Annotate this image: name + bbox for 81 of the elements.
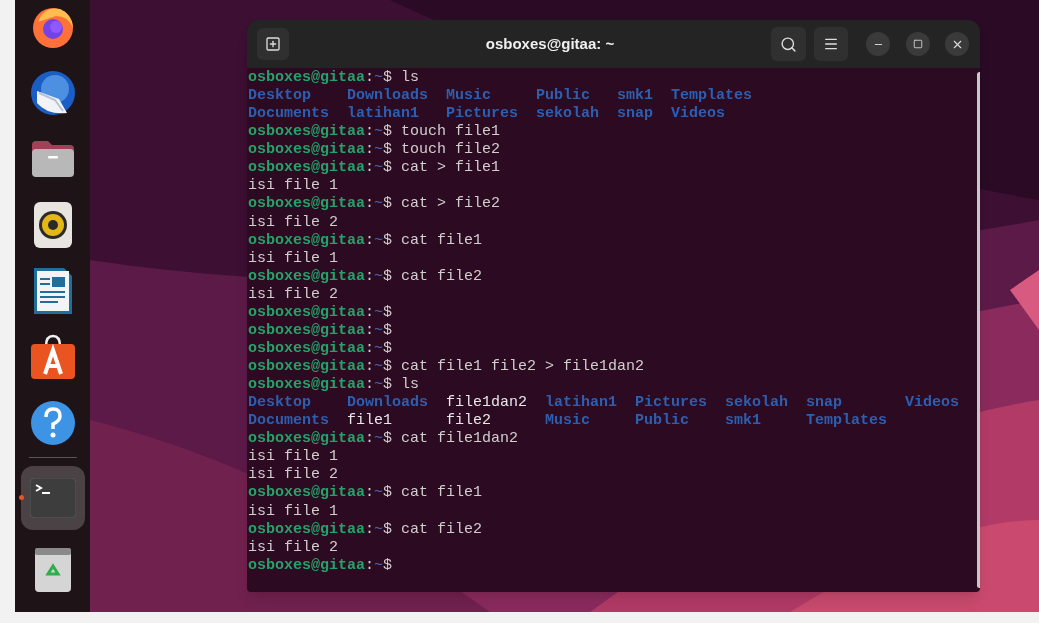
output-text: isi file 1: [248, 502, 338, 521]
command-text: cat > file1: [401, 159, 501, 178]
output-text: isi file 2: [248, 466, 338, 485]
shell-prompt: osboxes@gitaa:~$: [248, 69, 393, 88]
directory-name: smk1: [725, 412, 762, 430]
output-text: isi file 2: [248, 285, 338, 304]
directory-name: Templates: [671, 87, 753, 105]
question-mark-icon: [29, 400, 76, 446]
directory-name: snap: [617, 105, 654, 123]
close-button[interactable]: [945, 32, 969, 56]
shell-prompt: osboxes@gitaa:~$: [248, 141, 393, 160]
command-text: cat file1: [401, 231, 483, 250]
shell-prompt: osboxes@gitaa:~$: [248, 159, 393, 178]
shell-prompt: osboxes@gitaa:~$: [248, 520, 393, 539]
directory-name: Downloads: [347, 394, 429, 412]
shell-prompt: osboxes@gitaa:~$: [248, 339, 393, 358]
file-name: file1dan2: [446, 394, 528, 412]
menu-icon: [823, 36, 839, 52]
directory-name: Desktop: [248, 87, 311, 105]
directory-name: Documents: [248, 412, 329, 430]
shell-prompt: osboxes@gitaa:~$: [248, 195, 393, 214]
command-text: cat file1 file2 > file1dan2: [401, 358, 645, 377]
maximize-icon: [913, 39, 923, 49]
shopping-bag-icon: [29, 334, 76, 380]
directory-name: latihan1: [347, 105, 420, 123]
folder-icon: [29, 139, 76, 179]
directory-name: Templates: [806, 412, 888, 430]
file-name: file1: [347, 412, 393, 430]
shell-prompt: osboxes@gitaa:~$: [248, 231, 393, 250]
command-text: ls: [401, 69, 420, 88]
directory-name: Documents: [248, 105, 329, 123]
directory-name: Music: [545, 412, 591, 430]
directory-name: Videos: [905, 394, 960, 412]
shell-prompt: osboxes@gitaa:~$: [248, 267, 393, 286]
maximize-button[interactable]: [906, 32, 930, 56]
directory-name: Public: [635, 412, 690, 430]
directory-name: Music: [446, 87, 492, 105]
file-name: file2: [446, 412, 492, 430]
shell-prompt: osboxes@gitaa:~$: [248, 321, 393, 340]
mail-bird-icon: [28, 69, 77, 117]
directory-name: Public: [536, 87, 591, 105]
command-text: cat > file2: [401, 195, 501, 214]
shell-prompt: osboxes@gitaa:~$: [248, 123, 393, 142]
window-title: osboxes@gitaa: ~: [485, 33, 615, 54]
output-text: isi file 1: [248, 177, 338, 196]
directory-name: smk1: [617, 87, 654, 105]
command-text: cat file1: [401, 484, 483, 503]
recycle-bin-icon: [34, 548, 71, 592]
shell-prompt: osboxes@gitaa:~$: [248, 303, 393, 322]
command-text: touch file2: [401, 141, 501, 160]
directory-name: Pictures: [446, 105, 519, 123]
directory-name: Desktop: [248, 394, 311, 412]
document-icon: [33, 268, 72, 314]
directory-name: Pictures: [635, 394, 708, 412]
new-tab-button[interactable]: [257, 28, 289, 60]
search-icon: [780, 35, 797, 53]
output-text: isi file 1: [248, 448, 338, 467]
shell-prompt: osboxes@gitaa:~$: [248, 484, 393, 503]
command-text: cat file2: [401, 267, 483, 286]
output-text: isi file 2: [248, 213, 338, 232]
command-text: touch file1: [401, 123, 501, 142]
command-text: cat file2: [401, 520, 483, 539]
command-text: ls: [401, 376, 420, 395]
output-text: isi file 2: [248, 538, 338, 557]
output-text: isi file 1: [248, 249, 338, 268]
directory-name: Downloads: [347, 87, 429, 105]
shell-prompt: osboxes@gitaa:~$: [248, 430, 393, 449]
command-text: cat file1dan2: [401, 430, 519, 449]
shell-prompt: osboxes@gitaa:~$: [248, 358, 393, 377]
speaker-icon: [33, 202, 72, 248]
directory-name: snap: [806, 394, 843, 412]
shell-prompt: osboxes@gitaa:~$: [248, 376, 393, 395]
directory-name: sekolah: [725, 394, 789, 412]
menu-button[interactable]: [814, 27, 848, 61]
terminal-icon: [29, 478, 76, 518]
shell-prompt: osboxes@gitaa:~$: [248, 556, 393, 575]
directory-name: latihan1: [545, 394, 618, 412]
new-tab-icon: [265, 36, 281, 52]
directory-name: sekolah: [536, 105, 600, 123]
directory-name: Videos: [671, 105, 726, 123]
search-button[interactable]: [771, 27, 806, 61]
